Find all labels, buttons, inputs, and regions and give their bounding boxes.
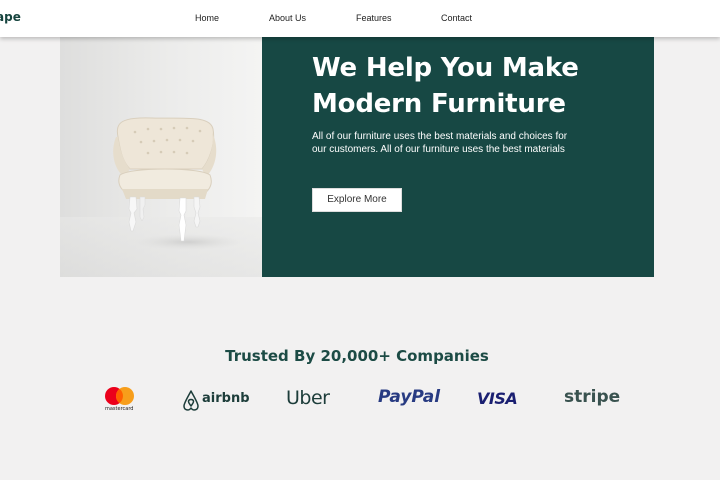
paypal-wordmark: PayPal <box>378 387 441 407</box>
top-navbar: ape Home About Us Features Contact <box>0 0 720 37</box>
stripe-wordmark: stripe <box>564 387 621 407</box>
hero-title: We Help You Make Modern Furniture <box>312 53 579 119</box>
hero-section: We Help You Make Modern Furniture All of… <box>60 37 654 277</box>
nav-link-features[interactable]: Features <box>356 13 392 23</box>
hero-text-panel: We Help You Make Modern Furniture All of… <box>262 37 654 277</box>
hero-chair-image <box>60 37 262 277</box>
paypal-logo: PayPal <box>378 384 440 414</box>
visa-wordmark: VISA <box>477 389 518 408</box>
nav-link-about-us[interactable]: About Us <box>269 13 306 23</box>
trusted-heading: Trusted By 20,000+ Companies <box>225 347 489 365</box>
explore-more-button[interactable]: Explore More <box>312 188 402 212</box>
nav-link-home[interactable]: Home <box>195 13 219 23</box>
stripe-logo: stripe <box>564 384 620 414</box>
visa-logo: VISA <box>477 384 522 414</box>
uber-logo: Uber <box>286 384 336 414</box>
hero-description: All of our furniture uses the best mater… <box>312 131 568 155</box>
airbnb-belo-icon <box>183 390 199 411</box>
uber-wordmark: Uber <box>286 387 330 409</box>
nav-link-contact[interactable]: Contact <box>441 13 472 23</box>
site-logo[interactable]: ape <box>0 10 21 24</box>
mastercard-logo: mastercard <box>103 384 137 414</box>
airbnb-logo: airbnb <box>180 384 250 414</box>
armchair-illustration <box>60 37 262 277</box>
mastercard-wordmark: mastercard <box>105 406 134 412</box>
airbnb-wordmark: airbnb <box>202 391 250 406</box>
